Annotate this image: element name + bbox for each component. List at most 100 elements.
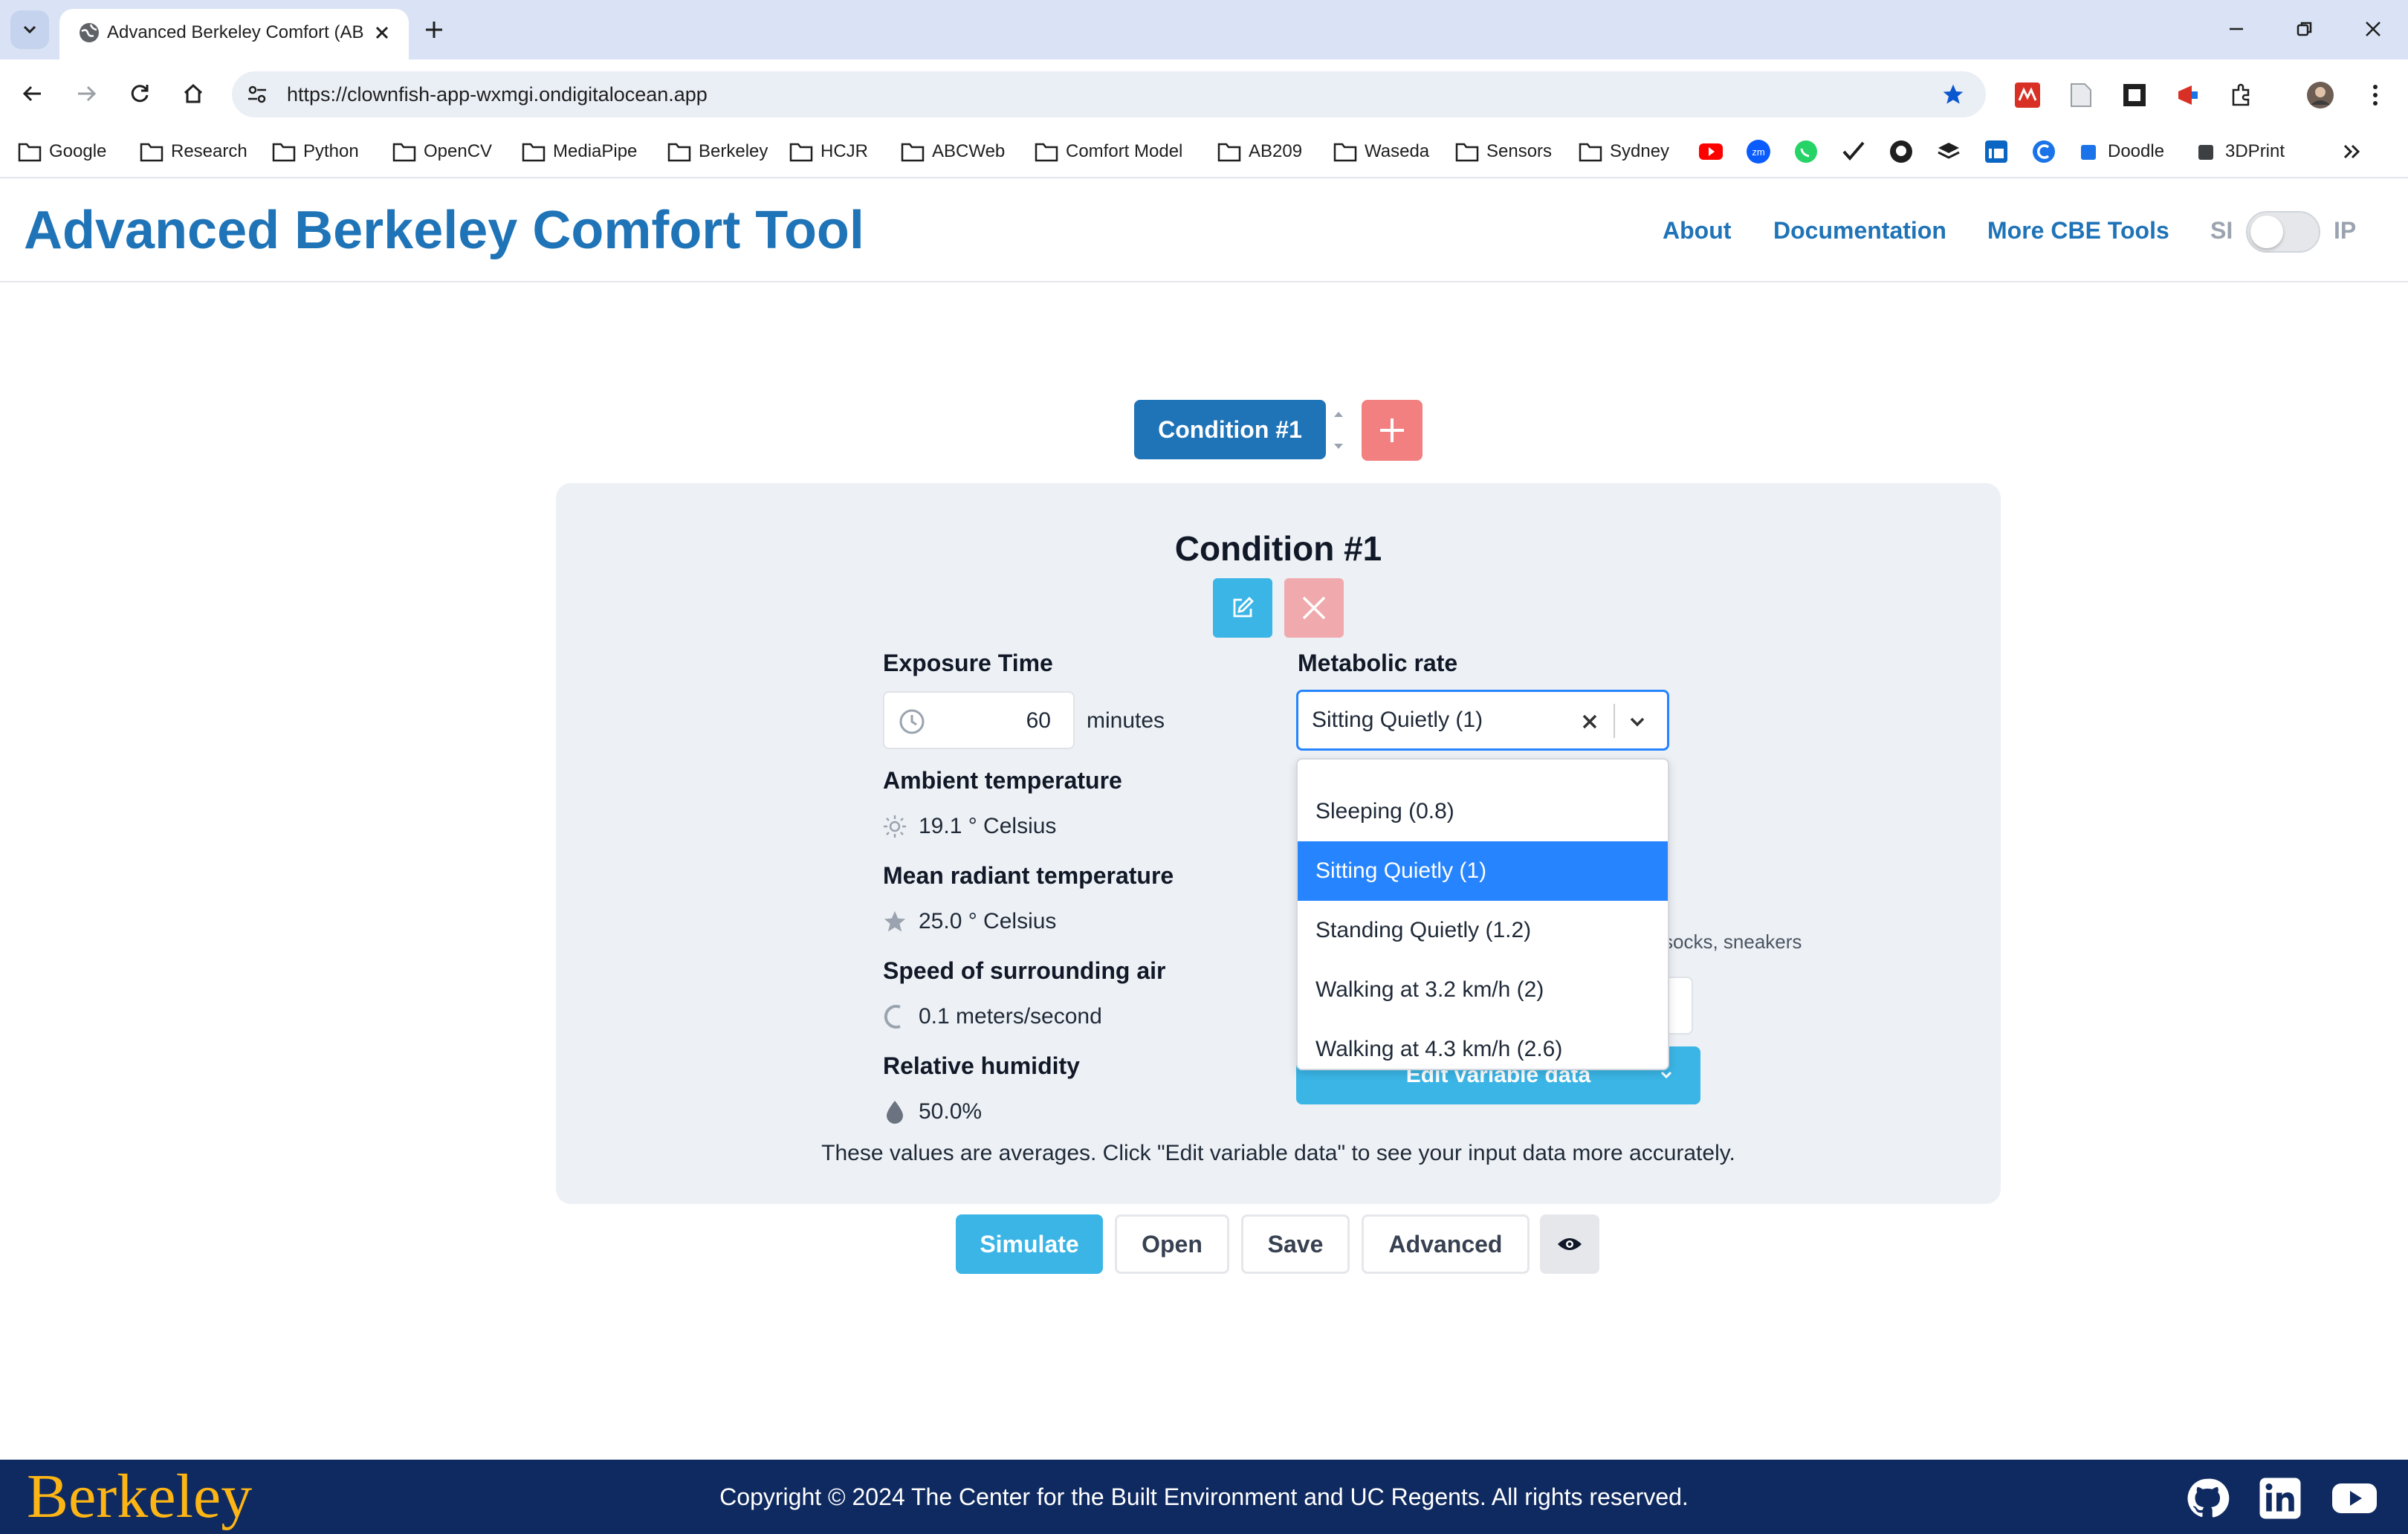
metabolic-rate-select[interactable]: Sitting Quietly (1)	[1296, 690, 1669, 751]
arrow-left-icon	[22, 85, 41, 102]
exposure-time-input[interactable]: 60	[883, 691, 1075, 749]
site-info-icon[interactable]	[242, 80, 272, 109]
add-condition-button[interactable]	[1362, 400, 1423, 461]
metabolic-option[interactable]: Walking at 4.3 km/h (2.6)	[1298, 1020, 1668, 1069]
reload-button[interactable]	[120, 74, 159, 113]
bookmark-folder[interactable]: MediaPipe	[522, 135, 637, 168]
advanced-button[interactable]: Advanced	[1362, 1214, 1530, 1274]
metabolic-rate-menu: Sleeping (0.8) Sitting Quietly (1) Stand…	[1296, 758, 1669, 1070]
svg-text:zm: zm	[1752, 146, 1764, 158]
caret-down-icon	[1334, 444, 1343, 449]
zoom-icon[interactable]: zm	[1745, 138, 1772, 165]
bookmark-folder[interactable]: Comfort Model	[1035, 135, 1182, 168]
wind-icon	[881, 1003, 908, 1030]
forward-button[interactable]	[67, 74, 106, 113]
bookmark-star-icon[interactable]	[1938, 80, 1968, 109]
doodle-icon	[2081, 145, 2096, 160]
layers-icon[interactable]	[1935, 138, 1962, 165]
minimize-button[interactable]	[2210, 7, 2262, 51]
folder-icon	[272, 143, 296, 162]
arrow-right-icon	[78, 85, 97, 102]
save-button[interactable]: Save	[1241, 1214, 1350, 1274]
folder-icon	[1333, 143, 1357, 162]
new-tab-button[interactable]	[416, 12, 452, 48]
browser-tab-active[interactable]: Advanced Berkeley Comfort (AB	[59, 9, 409, 59]
bookmark-label: Python	[303, 141, 359, 161]
tab-scroll-up[interactable]	[1329, 404, 1348, 424]
back-button[interactable]	[13, 74, 52, 113]
folder-icon	[18, 143, 42, 162]
youtube-icon[interactable]	[2331, 1475, 2378, 1522]
tab-scroll-down[interactable]	[1329, 437, 1348, 456]
metabolic-rate-selected: Sitting Quietly (1)	[1312, 708, 1483, 732]
mean-radiant-temperature-value: 25.0 ° Celsius	[919, 909, 1057, 933]
bookmark-folder[interactable]: HCJR	[789, 135, 868, 168]
profile-avatar[interactable]	[2305, 80, 2335, 110]
bookmark-link[interactable]: Doodle	[2078, 135, 2164, 168]
bookmark-folder[interactable]: Sydney	[1579, 135, 1669, 168]
bookmark-label: Sensors	[1486, 141, 1553, 161]
preview-button[interactable]	[1540, 1214, 1599, 1274]
restore-button[interactable]	[2279, 7, 2331, 51]
extension-frame-icon[interactable]	[2120, 80, 2149, 110]
whatsapp-icon[interactable]	[1793, 138, 1819, 165]
bookmark-folder[interactable]: ABCWeb	[901, 135, 1005, 168]
close-tab-button[interactable]	[366, 16, 398, 49]
exposure-time-value: 60	[1026, 708, 1051, 733]
circle-c-icon[interactable]	[2030, 138, 2057, 165]
select-separator	[1614, 704, 1615, 738]
folder-icon	[667, 143, 691, 162]
folder-icon	[901, 143, 925, 162]
metabolic-option[interactable]: Standing Quietly (1.2)	[1298, 901, 1668, 960]
bookmark-folder[interactable]: Sensors	[1455, 135, 1552, 168]
simulate-button[interactable]: Simulate	[956, 1214, 1103, 1274]
dropdown-toggle[interactable]	[1622, 707, 1652, 737]
nav-more-cbe-tools[interactable]: More CBE Tools	[1987, 216, 2169, 245]
bookmark-label: Berkeley	[699, 141, 768, 161]
condition-tab-1[interactable]: Condition #1	[1134, 400, 1326, 459]
extensions-puzzle-icon[interactable]	[2227, 80, 2256, 110]
extension-megaphone-icon[interactable]	[2173, 80, 2203, 110]
app-title[interactable]: Advanced Berkeley Comfort Tool	[24, 201, 864, 260]
linkedin-icon[interactable]	[1983, 138, 2010, 165]
bookmark-folder[interactable]: Python	[272, 135, 359, 168]
delete-condition-button[interactable]	[1284, 578, 1344, 638]
caret-up-icon	[1334, 412, 1343, 417]
bookmark-folder[interactable]: AB209	[1217, 135, 1302, 168]
bookmark-folder[interactable]: Waseda	[1333, 135, 1429, 168]
metabolic-option[interactable]: Sleeping (0.8)	[1298, 782, 1668, 841]
metabolic-option[interactable]: Walking at 3.2 km/h (2)	[1298, 960, 1668, 1020]
browser-menu-icon[interactable]	[2360, 80, 2390, 110]
bookmark-label: Doodle	[2108, 141, 2165, 161]
linkedin-icon[interactable]	[2256, 1475, 2304, 1522]
more-bookmarks-icon[interactable]	[2338, 138, 2365, 165]
gear-icon	[2198, 145, 2213, 160]
eye-icon	[1558, 1238, 1582, 1250]
nav-documentation[interactable]: Documentation	[1773, 216, 1946, 245]
relative-humidity-label: Relative humidity	[883, 1052, 1080, 1079]
bookmark-folder[interactable]: Berkeley	[667, 135, 768, 168]
close-window-button[interactable]	[2347, 7, 2399, 51]
bookmark-folder[interactable]: OpenCV	[392, 135, 492, 168]
bookmark-link[interactable]: 3DPrint	[2195, 135, 2285, 168]
open-button[interactable]: Open	[1115, 1214, 1229, 1274]
clothing-description: socks, sneakers	[1663, 931, 1802, 953]
extension-document-icon[interactable]	[2066, 80, 2096, 110]
bookmark-folder[interactable]: Google	[18, 135, 106, 168]
home-button[interactable]	[174, 74, 213, 113]
bookmark-folder[interactable]: Research	[140, 135, 247, 168]
clear-selection-button[interactable]	[1575, 707, 1605, 737]
youtube-icon[interactable]	[1697, 138, 1724, 165]
metabolic-option-selected[interactable]: Sitting Quietly (1)	[1298, 841, 1668, 901]
github-icon[interactable]	[2184, 1475, 2231, 1522]
address-bar[interactable]: https://clownfish-app-wxmgi.ondigitaloce…	[232, 71, 1986, 117]
checkmark-icon[interactable]	[1840, 138, 1867, 165]
app-header: Advanced Berkeley Comfort Tool About Doc…	[0, 178, 2408, 282]
nav-about[interactable]: About	[1663, 216, 1731, 245]
unit-toggle[interactable]	[2246, 211, 2320, 253]
github-icon[interactable]	[1888, 138, 1915, 165]
tab-search-button[interactable]	[10, 10, 49, 49]
minimize-icon	[2230, 27, 2243, 30]
extension-red-icon[interactable]	[2013, 80, 2042, 110]
edit-condition-button[interactable]	[1213, 578, 1272, 638]
